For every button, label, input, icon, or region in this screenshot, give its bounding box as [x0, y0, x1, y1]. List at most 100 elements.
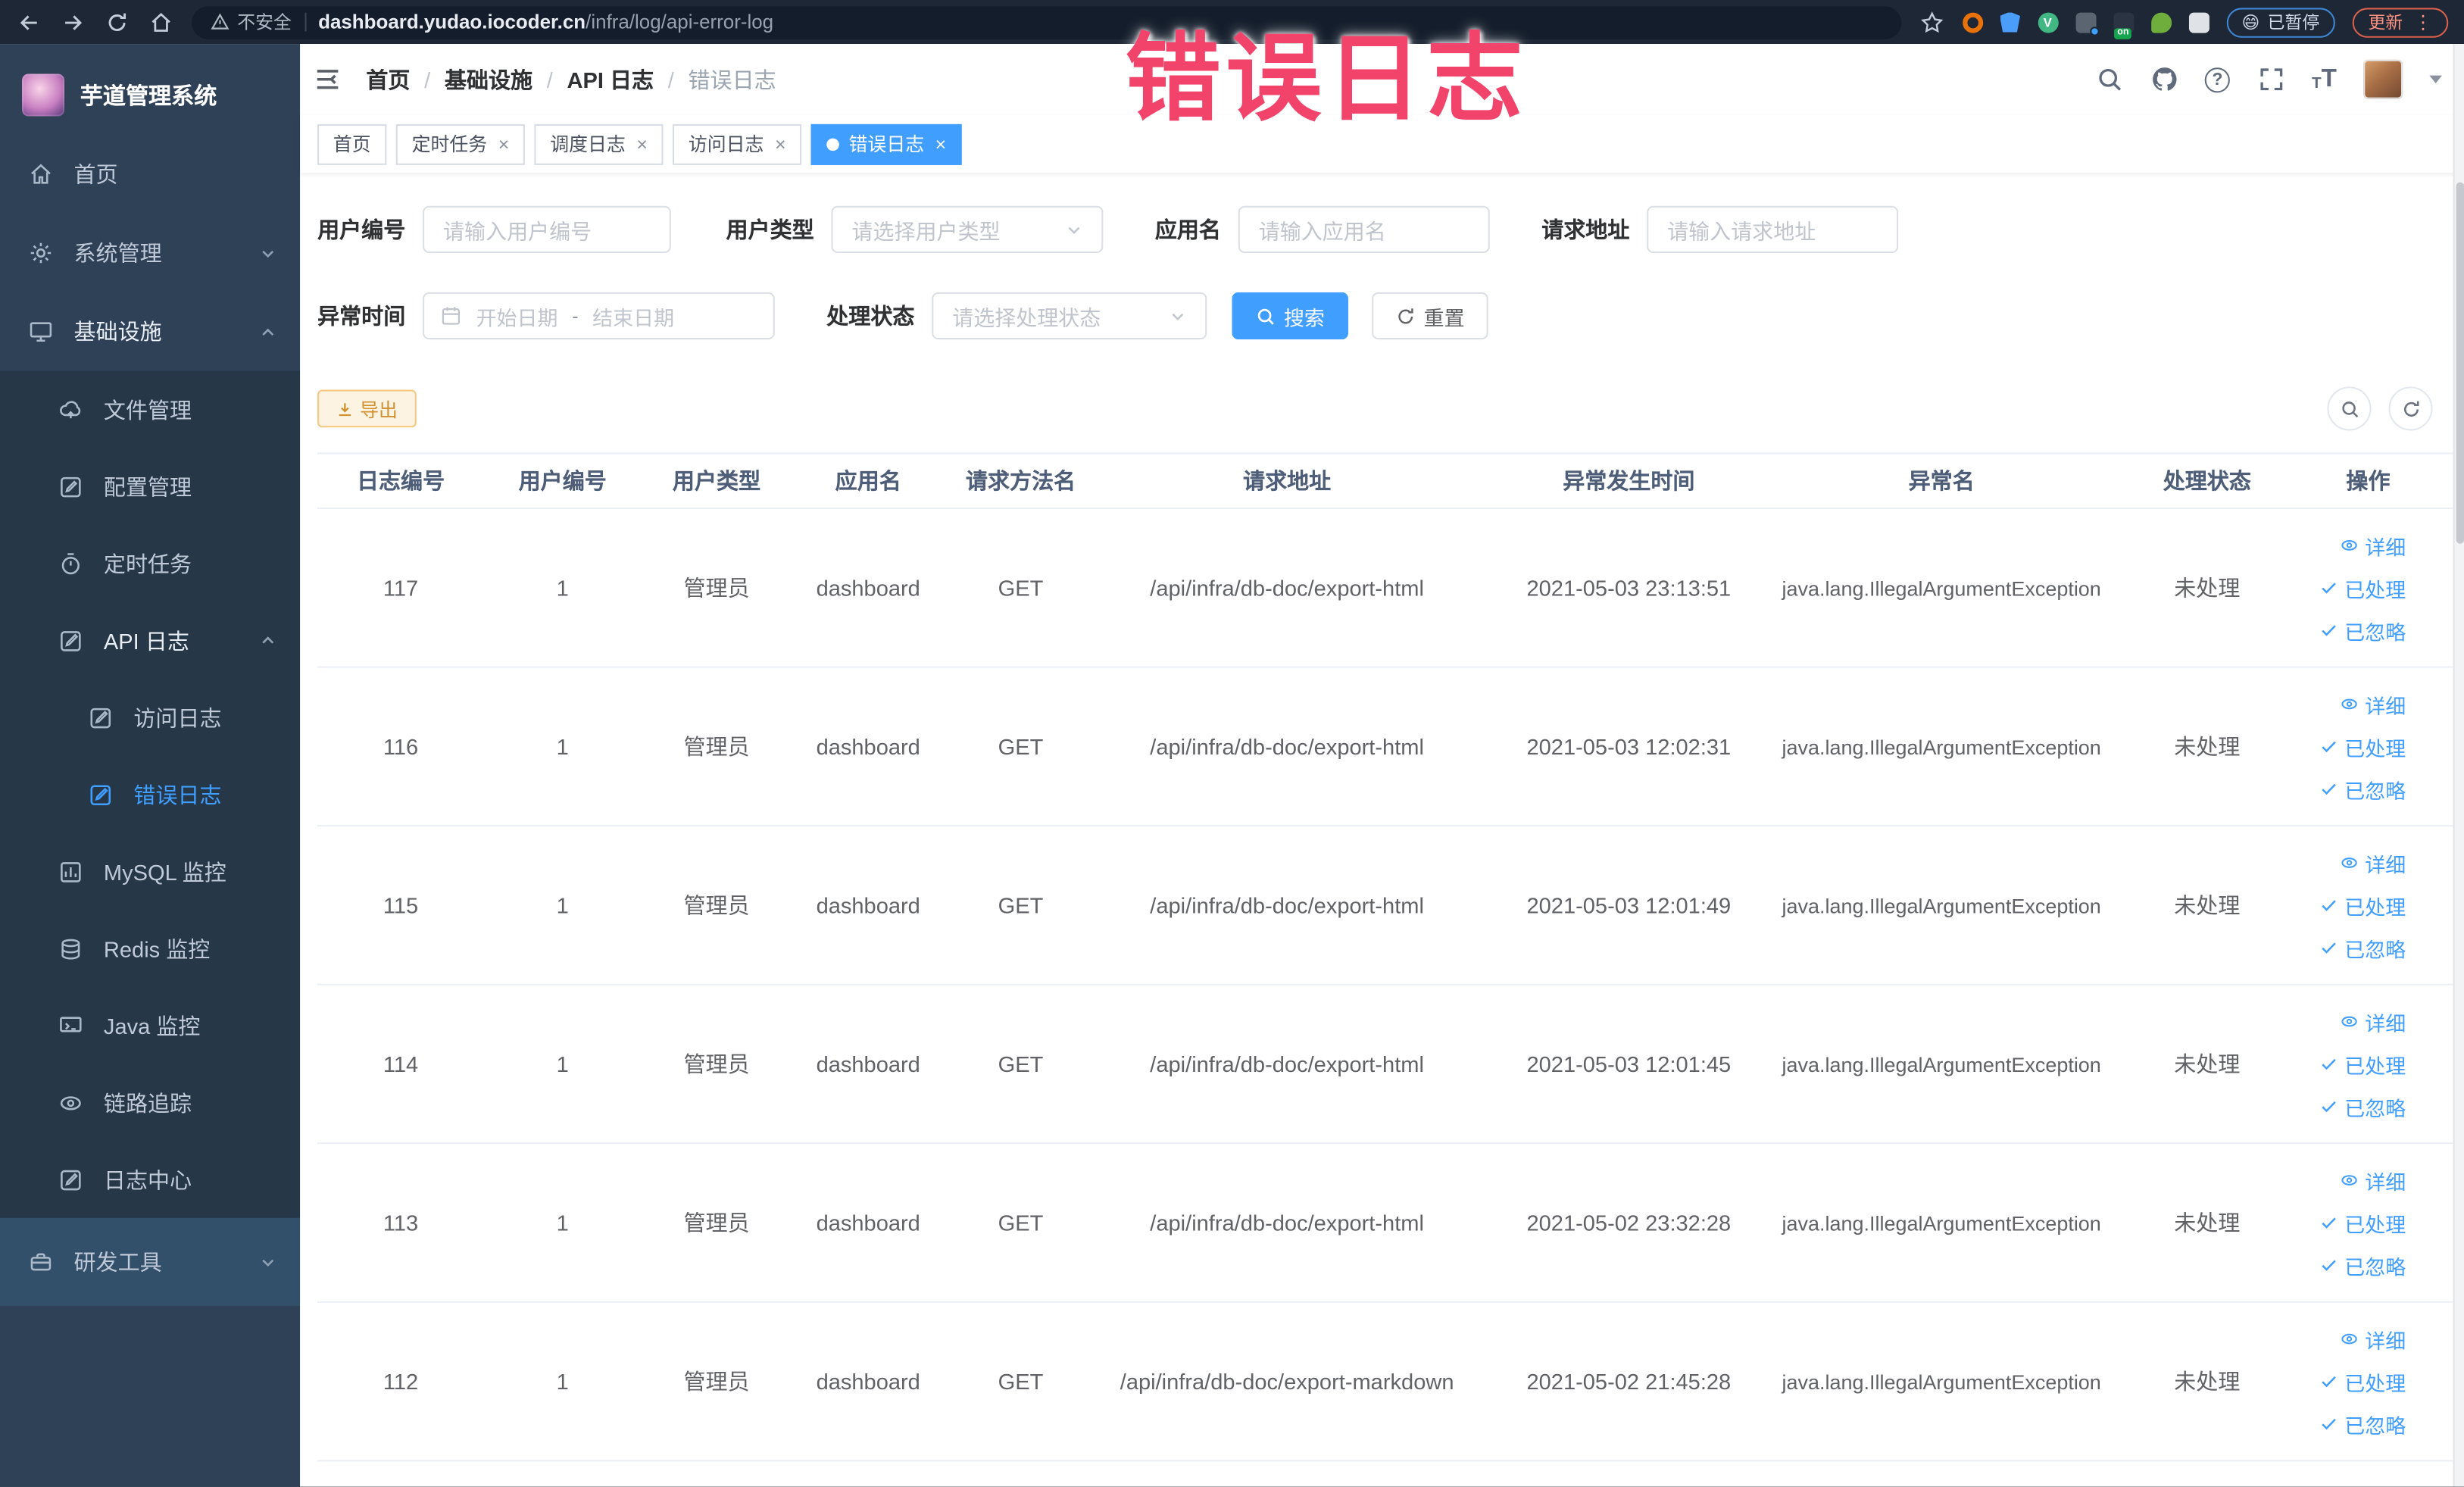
update-button[interactable]: 更新 ⋮: [2352, 7, 2449, 37]
breadcrumb-item[interactable]: 首页: [366, 64, 410, 95]
mark-processed-link[interactable]: 已处理: [2319, 1207, 2406, 1237]
extensions-puzzle-icon[interactable]: [2188, 11, 2209, 33]
notification-dot: [2089, 26, 2099, 36]
user-id-input[interactable]: 请输入用户编号: [423, 205, 671, 254]
cell-user-id: 1: [556, 733, 569, 760]
sidebar-item-scheduled-jobs[interactable]: 定时任务: [0, 525, 300, 602]
sidebar-item-dev-tools[interactable]: 研发工具: [0, 1218, 300, 1306]
sidebar-item-access-log[interactable]: 访问日志: [0, 679, 300, 756]
sidebar-item-home[interactable]: 首页: [0, 135, 300, 214]
mark-processed-link[interactable]: 已处理: [2319, 1049, 2406, 1079]
search-button[interactable]: 搜索: [1232, 292, 1349, 340]
collapse-menu-icon[interactable]: [313, 64, 344, 95]
detail-link[interactable]: 详细: [2340, 1165, 2406, 1195]
back-icon[interactable]: [16, 9, 41, 34]
table-toolbar: 导出: [317, 386, 2447, 431]
help-icon[interactable]: ?: [2204, 67, 2231, 92]
extension-icon-orange[interactable]: [1962, 11, 1983, 33]
sidebar-item-java-monitor[interactable]: Java 监控: [0, 987, 300, 1064]
sidebar-item-tracing[interactable]: 链路追踪: [0, 1064, 300, 1142]
mark-processed-link[interactable]: 已处理: [2319, 1367, 2406, 1396]
not-secure-warning[interactable]: 不安全: [211, 9, 292, 34]
refresh-table-button[interactable]: [2388, 386, 2433, 431]
cell-log-id: 117: [383, 575, 419, 601]
table-tools: [2327, 386, 2447, 431]
alert-triangle-icon: [211, 13, 230, 30]
github-icon[interactable]: [2150, 65, 2178, 93]
sidebar-item-file-management[interactable]: 文件管理: [0, 371, 300, 448]
detail-link[interactable]: 详细: [2340, 530, 2406, 560]
reset-button[interactable]: 重置: [1372, 292, 1488, 340]
detail-link[interactable]: 详细: [2340, 1324, 2406, 1354]
avatar[interactable]: [2363, 59, 2403, 99]
tag-view-bar: 首页 定时任务 × 调度日志 × 访问日志 × 错误日志 ×: [300, 114, 2464, 173]
detail-link[interactable]: 详细: [2340, 848, 2406, 877]
sidebar-item-config-management[interactable]: 配置管理: [0, 448, 300, 525]
sidebar-item-log-center[interactable]: 日志中心: [0, 1141, 300, 1218]
sidebar: 芋道管理系统 首页 系统管理 基础设施 文件管理 配置管理 定时任务 API 日…: [0, 44, 301, 1487]
user-menu-caret-icon[interactable]: [2429, 75, 2442, 83]
close-icon[interactable]: ×: [775, 134, 786, 153]
exception-time-range-picker[interactable]: 开始日期 - 结束日期: [423, 292, 775, 340]
eye-icon: [2341, 1333, 2357, 1345]
extension-icon-grid[interactable]: [2075, 11, 2099, 36]
cell-user-id: 1: [556, 1368, 569, 1395]
page-content: 用户编号 请输入用户编号 用户类型 请选择用户类型 应用名 请输入应用名 请求地…: [300, 173, 2464, 1487]
sidebar-item-api-log[interactable]: API 日志: [0, 602, 300, 679]
close-icon[interactable]: ×: [498, 134, 510, 153]
cell-log-id: 115: [383, 892, 419, 918]
fullscreen-icon[interactable]: [2256, 65, 2284, 93]
app-logo-row[interactable]: 芋道管理系统: [0, 44, 300, 129]
request-url-input[interactable]: 请输入请求地址: [1647, 205, 1899, 254]
breadcrumb-item[interactable]: API 日志: [567, 64, 654, 95]
mark-ignored-link[interactable]: 已忽略: [2319, 932, 2406, 962]
tab-error-log[interactable]: 错误日志 ×: [810, 123, 962, 164]
browser-menu-icon[interactable]: ⋮: [2414, 13, 2433, 32]
sidebar-item-mysql-monitor[interactable]: MySQL 监控: [0, 833, 300, 911]
scrollbar-thumb[interactable]: [2456, 182, 2464, 544]
toggle-search-button[interactable]: [2327, 386, 2372, 431]
tab-schedule-log[interactable]: 调度日志 ×: [534, 123, 664, 164]
mark-ignored-link[interactable]: 已忽略: [2319, 615, 2406, 645]
extension-icon-leaf[interactable]: [2150, 11, 2172, 33]
home-icon[interactable]: [148, 9, 173, 34]
sidebar-item-redis-monitor[interactable]: Redis 监控: [0, 910, 300, 987]
mark-processed-link[interactable]: 已处理: [2319, 890, 2406, 920]
breadcrumb-item[interactable]: 基础设施: [445, 64, 532, 95]
close-icon[interactable]: ×: [636, 134, 648, 153]
sidebar-item-infrastructure[interactable]: 基础设施: [0, 292, 300, 371]
close-icon[interactable]: ×: [935, 134, 947, 153]
bookmark-star-icon[interactable]: [1919, 9, 1944, 34]
forward-icon[interactable]: [60, 9, 85, 34]
reload-icon[interactable]: [104, 9, 129, 34]
sidebar-item-label: Java 监控: [103, 1013, 201, 1039]
cell-actions: 详细 已处理 已忽略: [2312, 530, 2453, 645]
detail-link[interactable]: 详细: [2340, 1007, 2406, 1036]
process-status-select[interactable]: 请选择处理状态: [932, 292, 1207, 340]
app-name-input[interactable]: 请输入应用名: [1238, 205, 1490, 254]
mark-processed-link[interactable]: 已处理: [2319, 573, 2406, 602]
detail-link[interactable]: 详细: [2340, 689, 2406, 719]
address-bar[interactable]: 不安全 dashboard.yudao.iocoder.cn/infra/log…: [192, 5, 1901, 39]
tab-scheduled-jobs[interactable]: 定时任务 ×: [395, 123, 526, 164]
mark-ignored-link[interactable]: 已忽略: [2319, 774, 2406, 804]
tab-access-log[interactable]: 访问日志 ×: [673, 123, 802, 164]
font-size-icon[interactable]: TT: [2312, 66, 2337, 92]
export-button[interactable]: 导出: [317, 389, 417, 428]
scrollbar[interactable]: [2453, 44, 2464, 1487]
sidebar-item-label: Redis 监控: [103, 936, 211, 961]
mark-processed-link[interactable]: 已处理: [2319, 732, 2406, 761]
check-icon: [2322, 741, 2336, 753]
search-icon[interactable]: [2095, 65, 2123, 93]
user-type-select[interactable]: 请选择用户类型: [831, 205, 1104, 254]
sidebar-item-error-log[interactable]: 错误日志: [0, 756, 300, 833]
mark-ignored-link[interactable]: 已忽略: [2319, 1250, 2406, 1279]
mark-ignored-link[interactable]: 已忽略: [2319, 1092, 2406, 1121]
paused-badge[interactable]: 😄 已暂停: [2225, 7, 2335, 37]
extension-icon-switch[interactable]: on: [2113, 11, 2134, 39]
sidebar-item-system[interactable]: 系统管理: [0, 214, 300, 292]
extension-icon-vue[interactable]: V: [2037, 11, 2058, 33]
tab-home[interactable]: 首页: [317, 123, 387, 164]
mark-ignored-link[interactable]: 已忽略: [2319, 1409, 2406, 1439]
extension-icon-shield[interactable]: [2000, 11, 2020, 33]
